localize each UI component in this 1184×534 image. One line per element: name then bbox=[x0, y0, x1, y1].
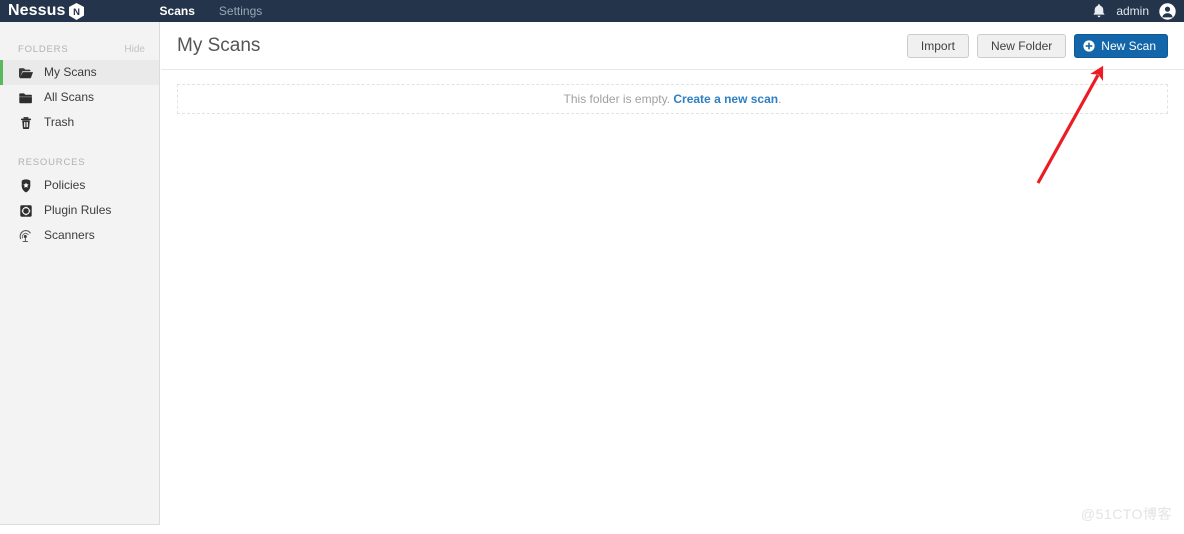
watermark: @51CTO博客 bbox=[1080, 506, 1172, 522]
empty-folder-placeholder: This folder is empty. Create a new scan. bbox=[177, 84, 1168, 114]
brand-wordmark: Nessus bbox=[8, 2, 66, 19]
tab-settings[interactable]: Settings bbox=[207, 0, 274, 22]
folder-open-icon bbox=[18, 65, 34, 81]
main-header: My Scans Import New Folder New Scan bbox=[161, 22, 1184, 70]
sidebar-item-scanners[interactable]: Scanners bbox=[0, 223, 159, 248]
sidebar-item-trash[interactable]: Trash bbox=[0, 110, 159, 135]
plugin-square-icon bbox=[18, 203, 34, 219]
new-scan-button-label: New Scan bbox=[1101, 39, 1156, 53]
empty-state-message: This folder is empty. bbox=[563, 92, 671, 106]
top-bar-right-group: admin bbox=[1092, 0, 1176, 22]
new-folder-button[interactable]: New Folder bbox=[976, 34, 1067, 58]
sidebar-item-policies[interactable]: Policies bbox=[0, 173, 159, 198]
sidebar-item-label: My Scans bbox=[44, 65, 97, 79]
sidebar-item-all-scans[interactable]: All Scans bbox=[0, 85, 159, 110]
nessus-app-window: Nessus N Scans Settings admin FOLDERS Hi… bbox=[0, 0, 1184, 534]
svg-text:N: N bbox=[73, 7, 80, 18]
sidebar-item-label: Scanners bbox=[44, 228, 95, 242]
sidebar-hide-folders-link[interactable]: Hide bbox=[124, 44, 145, 55]
shield-badge-icon bbox=[18, 178, 34, 194]
user-avatar-icon[interactable] bbox=[1159, 2, 1176, 20]
sidebar-section-title-resources: RESOURCES bbox=[18, 156, 86, 168]
sidebar-item-label: Plugin Rules bbox=[44, 203, 112, 217]
username-label: admin bbox=[1116, 4, 1149, 18]
nessus-hexagon-badge-icon: N bbox=[67, 2, 86, 21]
sidebar-item-label: Policies bbox=[44, 178, 86, 192]
sidebar-section-title-folders: FOLDERS bbox=[18, 43, 69, 55]
bell-icon[interactable] bbox=[1092, 3, 1106, 19]
sidebar-section-resources-header: RESOURCES bbox=[0, 151, 159, 173]
page-title: My Scans bbox=[177, 34, 261, 56]
main-content: My Scans Import New Folder New Scan This… bbox=[161, 22, 1184, 534]
folder-icon bbox=[18, 90, 34, 106]
tab-scans[interactable]: Scans bbox=[148, 0, 207, 22]
top-nav-items: Scans Settings bbox=[148, 0, 275, 22]
sidebar-resources-list: Policies Plugin Rules Scanners bbox=[0, 173, 159, 248]
sidebar-section-folders-header: FOLDERS Hide bbox=[0, 38, 159, 60]
nessus-logo[interactable]: Nessus N bbox=[8, 0, 86, 22]
sidebar: FOLDERS Hide My Scans All Scans Trash RE… bbox=[0, 22, 160, 525]
sidebar-item-label: Trash bbox=[44, 115, 75, 129]
new-scan-button[interactable]: New Scan bbox=[1074, 34, 1168, 58]
import-button[interactable]: Import bbox=[906, 34, 969, 58]
sidebar-folders-list: My Scans All Scans Trash bbox=[0, 60, 159, 135]
header-action-buttons: Import New Folder New Scan bbox=[906, 22, 1168, 70]
sidebar-item-plugin-rules[interactable]: Plugin Rules bbox=[0, 198, 159, 223]
trash-icon bbox=[18, 115, 34, 131]
top-navigation-bar: Nessus N Scans Settings admin bbox=[0, 0, 1184, 22]
empty-state-text: This folder is empty. Create a new scan. bbox=[564, 92, 782, 106]
radar-dish-icon bbox=[18, 228, 34, 244]
plus-circle-icon bbox=[1083, 40, 1095, 52]
sidebar-item-label: All Scans bbox=[44, 90, 95, 104]
scans-content-area: This folder is empty. Create a new scan. bbox=[161, 70, 1184, 114]
sidebar-item-my-scans[interactable]: My Scans bbox=[0, 60, 159, 85]
create-new-scan-link[interactable]: Create a new scan bbox=[673, 92, 778, 106]
empty-state-trailing: . bbox=[778, 92, 782, 106]
